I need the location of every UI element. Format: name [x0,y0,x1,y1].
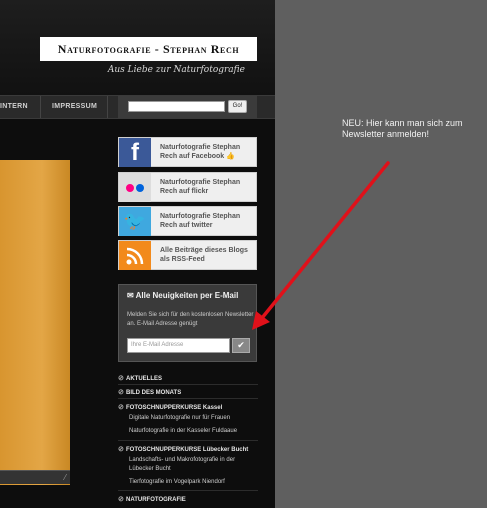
annotation-arrow-icon [252,161,390,330]
